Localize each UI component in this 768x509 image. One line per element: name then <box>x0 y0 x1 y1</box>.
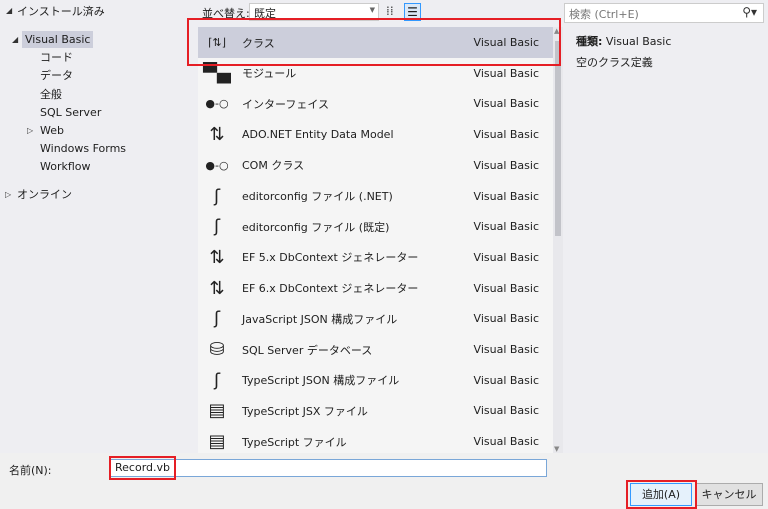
template-row[interactable]: ʃ editorconfig ファイル (既定) Visual Basic <box>198 211 553 242</box>
type-value: Visual Basic <box>605 35 672 48</box>
search-placeholder: 検索 (Ctrl+E) <box>569 8 639 21</box>
grid-view-icon[interactable]: ⁞⁞ <box>386 4 394 18</box>
details-type: 種類: Visual Basic <box>576 33 671 49</box>
typescript-file-icon: ▤ <box>208 400 226 422</box>
template-language: Visual Basic <box>473 97 539 111</box>
tree-installed[interactable]: インストール済み <box>17 3 105 20</box>
template-language: Visual Basic <box>473 128 539 142</box>
details-description: 空のクラス定義 <box>576 56 653 69</box>
template-row[interactable]: ⛁ SQL Server データベース Visual Basic <box>198 334 553 365</box>
template-name: インターフェイス <box>242 97 330 111</box>
chevron-down-icon: ▼ <box>369 6 375 14</box>
tree-workflow[interactable]: Workflow <box>40 158 91 175</box>
template-row[interactable]: ʃ TypeScript JSON 構成ファイル Visual Basic <box>198 365 553 396</box>
collapse-icon[interactable]: ▷ <box>27 126 33 135</box>
template-name: EF 6.x DbContext ジェネレーター <box>242 282 419 296</box>
database-icon: ⛁ <box>209 339 225 360</box>
template-name: TypeScript JSON 構成ファイル <box>242 374 400 388</box>
search-input[interactable]: 検索 (Ctrl+E) ⚲▾ <box>564 3 764 23</box>
template-name: editorconfig ファイル (.NET) <box>242 190 393 203</box>
template-name: ADO.NET Entity Data Model <box>242 128 394 142</box>
entity-model-icon: ⇅ <box>209 246 225 268</box>
template-language: Visual Basic <box>473 373 539 387</box>
template-name: COM クラス <box>242 159 305 173</box>
name-label: 名前(N): <box>9 464 52 477</box>
template-name: TypeScript JSX ファイル <box>242 404 368 418</box>
typescript-file-icon: ▤ <box>208 431 226 453</box>
template-name: SQL Server データベース <box>242 343 373 357</box>
template-language: Visual Basic <box>473 312 539 326</box>
template-row[interactable]: ⇅ ADO.NET Entity Data Model Visual Basic <box>198 119 553 150</box>
json-file-icon: ʃ <box>213 308 221 330</box>
template-row[interactable]: ▤ TypeScript JSX ファイル Visual Basic <box>198 395 553 426</box>
interface-icon: ●-○ <box>205 158 229 172</box>
tree-web[interactable]: Web <box>40 122 64 139</box>
highlight-name-input <box>109 456 176 480</box>
template-language: Visual Basic <box>473 404 539 418</box>
entity-model-icon: ⇅ <box>209 124 225 146</box>
template-name: モジュール <box>242 67 297 81</box>
template-row[interactable]: ʃ editorconfig ファイル (.NET) Visual Basic <box>198 181 553 212</box>
template-row[interactable]: ▤ TypeScript ファイル Visual Basic <box>198 426 553 453</box>
template-language: Visual Basic <box>473 189 539 203</box>
template-list: ⌈⇅⌋ クラス Visual Basic ▀▄ モジュール Visual Basic ●-○… <box>198 27 553 453</box>
type-label: 種類: <box>576 35 603 48</box>
highlight-selected-template <box>187 18 561 66</box>
template-name: editorconfig ファイル (既定) <box>242 220 390 234</box>
template-name: JavaScript JSON 構成ファイル <box>242 312 398 326</box>
template-language: Visual Basic <box>473 435 539 449</box>
template-language: Visual Basic <box>473 158 539 172</box>
config-file-icon: ʃ <box>213 185 221 207</box>
template-language: Visual Basic <box>473 343 539 356</box>
cancel-button[interactable]: キャンセル <box>695 483 763 506</box>
json-file-icon: ʃ <box>213 369 221 391</box>
template-language: Visual Basic <box>473 281 539 295</box>
template-row[interactable]: ʃ JavaScript JSON 構成ファイル Visual Basic <box>198 303 553 334</box>
template-language: Visual Basic <box>473 220 539 234</box>
scroll-down-icon[interactable]: ▼ <box>554 445 559 453</box>
search-icon[interactable]: ⚲▾ <box>742 5 757 19</box>
tree-windows-forms[interactable]: Windows Forms <box>40 140 126 157</box>
template-name: EF 5.x DbContext ジェネレーター <box>242 251 419 265</box>
template-language: Visual Basic <box>473 66 539 80</box>
tree-data[interactable]: データ <box>40 67 73 84</box>
tree-code[interactable]: コード <box>40 49 73 66</box>
expand-icon[interactable]: ◢ <box>12 35 18 44</box>
template-row[interactable]: ●-○ COM クラス Visual Basic <box>198 150 553 181</box>
scrollbar-thumb[interactable] <box>555 41 561 236</box>
tree-general[interactable]: 全般 <box>40 86 62 103</box>
expand-icon[interactable]: ◢ <box>6 6 12 15</box>
highlight-add-button <box>626 480 697 509</box>
scrollbar[interactable]: ▲ ▼ <box>553 27 563 453</box>
collapse-icon[interactable]: ▷ <box>5 190 11 199</box>
tree-visual-basic[interactable]: Visual Basic <box>22 31 94 48</box>
template-row[interactable]: ●-○ インターフェイス Visual Basic <box>198 88 553 119</box>
interface-icon: ●-○ <box>205 97 229 111</box>
tree-online[interactable]: オンライン <box>17 186 72 203</box>
tree-sql-server[interactable]: SQL Server <box>40 104 101 121</box>
template-name: TypeScript ファイル <box>242 435 347 449</box>
entity-model-icon: ⇅ <box>209 277 225 299</box>
config-file-icon: ʃ <box>213 216 221 238</box>
template-row[interactable]: ⇅ EF 6.x DbContext ジェネレーター Visual Basic <box>198 273 553 304</box>
template-row[interactable]: ⇅ EF 5.x DbContext ジェネレーター Visual Basic <box>198 242 553 273</box>
template-language: Visual Basic <box>473 250 539 264</box>
